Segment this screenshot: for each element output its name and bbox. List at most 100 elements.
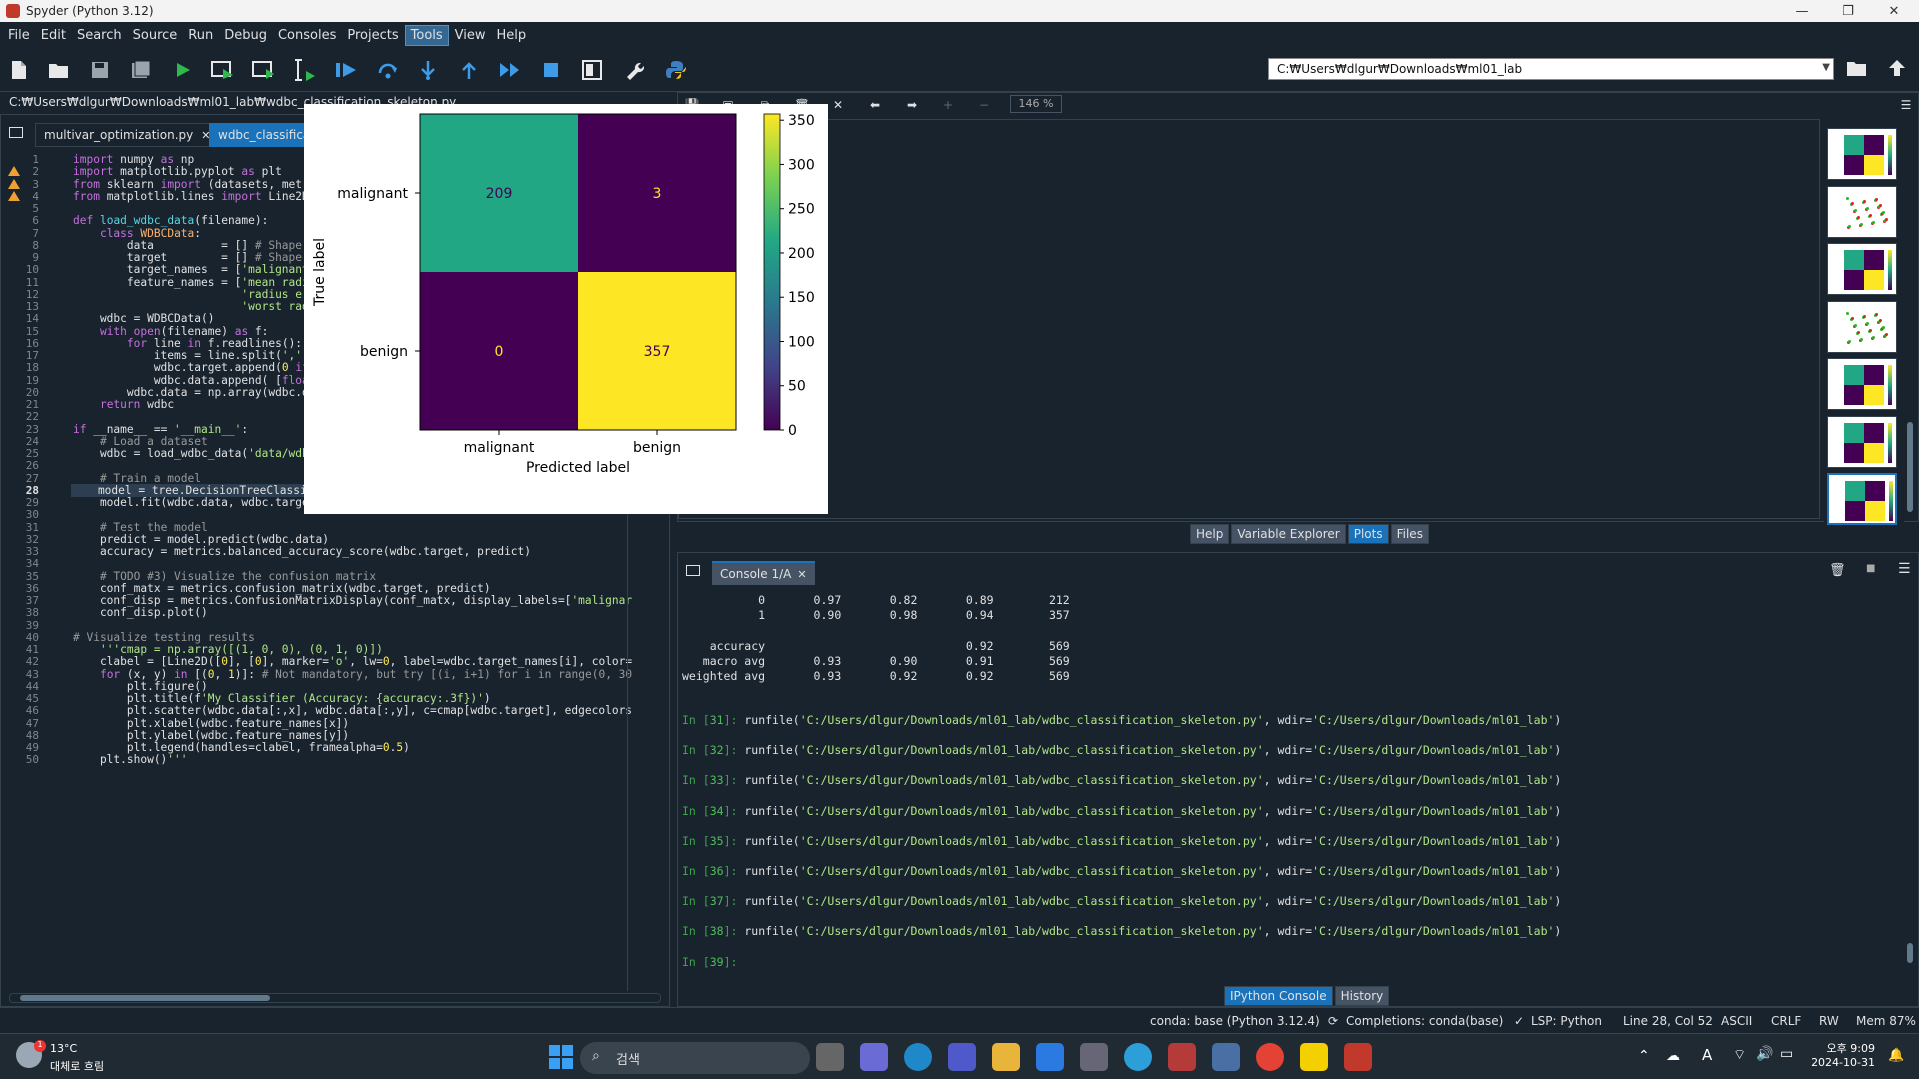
menu-edit[interactable]: Edit <box>36 26 71 45</box>
save-all-icon[interactable] <box>129 58 153 82</box>
code-line[interactable]: # TODO #3) Visualize the confusion matri… <box>73 570 376 583</box>
menu-help[interactable]: Help <box>492 26 532 45</box>
code-line[interactable]: # Load a dataset <box>73 435 208 448</box>
tab-plots[interactable]: Plots <box>1347 524 1389 544</box>
warning-icon[interactable] <box>8 166 20 177</box>
code-line[interactable]: def load_wdbc_data(filename): <box>73 214 268 227</box>
menu-tools[interactable]: Tools <box>404 24 449 46</box>
step-into-icon[interactable] <box>416 58 440 82</box>
tab-ipython-console[interactable]: IPython Console <box>1224 986 1333 1006</box>
menu-search[interactable]: Search <box>72 26 127 45</box>
kakaotalk-icon[interactable] <box>1300 1043 1328 1071</box>
windows-start-icon[interactable] <box>549 1045 573 1069</box>
thumbnails-scrollbar[interactable] <box>1904 122 1916 522</box>
teams-icon[interactable] <box>948 1043 976 1071</box>
edge-browser-icon[interactable] <box>904 1043 932 1071</box>
file-explorer-icon[interactable] <box>992 1043 1020 1071</box>
continue-icon[interactable] <box>498 58 522 82</box>
notepad-icon[interactable] <box>1036 1043 1064 1071</box>
run-cell-icon[interactable] <box>211 58 235 82</box>
run-file-icon[interactable] <box>171 58 195 82</box>
code-line[interactable]: # Visualize testing results <box>73 631 255 644</box>
plot-thumbnail[interactable] <box>1827 415 1897 468</box>
close-window-button[interactable]: ✕ <box>1872 0 1916 22</box>
remove-variables-icon[interactable]: 🗑 <box>1829 563 1846 578</box>
close-tab-icon[interactable]: ✕ <box>797 568 806 581</box>
menu-consoles[interactable]: Consoles <box>273 26 341 45</box>
scrollbar-thumb[interactable] <box>1907 943 1913 963</box>
ime-indicator[interactable]: A <box>1702 1046 1712 1064</box>
menu-run[interactable]: Run <box>183 26 218 45</box>
zoom-level[interactable]: 146 % <box>1010 95 1062 113</box>
network-app-icon[interactable] <box>1124 1043 1152 1071</box>
tab-multivar-optimization[interactable]: multivar_optimization.py ✕ <box>35 123 220 147</box>
working-directory-input[interactable]: C:₩Users₩dlgur₩Downloads₩ml01_lab ▼ <box>1268 58 1834 80</box>
step-out-icon[interactable] <box>457 58 481 82</box>
calculator-icon[interactable] <box>1080 1043 1108 1071</box>
chevron-down-icon[interactable]: ▼ <box>1822 62 1830 73</box>
tab-help[interactable]: Help <box>1190 524 1230 544</box>
code-line[interactable]: plt.title(f'My Classifier (Accuracy: {ac… <box>73 692 491 705</box>
notification-bell-icon[interactable]: 🔔 <box>1888 1048 1904 1063</box>
debug-file-icon[interactable] <box>334 58 358 82</box>
code-line[interactable]: model.fit(wdbc.data, wdbc.target) <box>73 496 322 509</box>
code-line[interactable]: # Test the model <box>73 521 208 534</box>
console-scrollbar[interactable] <box>1905 593 1915 973</box>
menu-debug[interactable]: Debug <box>219 26 272 45</box>
code-line[interactable]: plt.legend(handles=clabel, framealpha=0.… <box>73 741 410 754</box>
plots-options-menu-icon[interactable]: ☰ <box>1898 97 1914 113</box>
wifi-icon[interactable]: ⌔ <box>1733 1046 1746 1064</box>
tab-console[interactable]: Console 1/A ✕ <box>712 561 815 585</box>
code-line[interactable]: plt.figure() <box>73 680 208 693</box>
weather-temperature[interactable]: 13°C <box>50 1042 77 1055</box>
plot-thumbnail[interactable] <box>1827 185 1897 238</box>
taskbar-search[interactable]: ⌕ 검색 <box>580 1042 810 1074</box>
scrollbar-thumb[interactable] <box>20 995 270 1001</box>
editor-horizontal-scrollbar[interactable] <box>9 993 661 1003</box>
chevron-up-icon[interactable]: ⌃ <box>1638 1048 1650 1064</box>
stop-kernel-icon[interactable]: ■ <box>1866 563 1875 574</box>
browse-tabs-icon[interactable] <box>9 127 23 138</box>
code-line[interactable]: plt.xlabel(wdbc.feature_names[x]) <box>73 717 349 730</box>
spyder-taskbar-icon[interactable] <box>1168 1043 1196 1071</box>
code-line[interactable]: accuracy = metrics.balanced_accuracy_sco… <box>73 545 531 558</box>
code-line[interactable]: conf_disp = metrics.ConfusionMatrixDispl… <box>73 594 632 607</box>
code-line[interactable]: plt.show()''' <box>73 753 188 766</box>
code-line[interactable]: for (x, y) in [(0, 1)]: # Not mandatory,… <box>73 668 632 681</box>
onedrive-cloud-icon[interactable]: ☁ <box>1666 1048 1680 1064</box>
tab-variable-explorer[interactable]: Variable Explorer <box>1231 524 1346 544</box>
scrollbar-thumb[interactable] <box>1907 422 1913 512</box>
task-view-icon[interactable] <box>816 1043 844 1071</box>
browse-tabs-icon[interactable] <box>686 565 700 576</box>
battery-icon[interactable]: ▭ <box>1780 1046 1793 1062</box>
tab-history[interactable]: History <box>1334 986 1390 1006</box>
maximize-pane-icon[interactable] <box>580 58 604 82</box>
code-line[interactable]: if __name__ == '__main__': <box>73 423 248 436</box>
parent-directory-icon[interactable] <box>1885 56 1909 80</box>
console-options-menu-icon[interactable]: ☰ <box>1898 561 1911 577</box>
zoom-out-icon[interactable]: − <box>976 97 992 113</box>
code-line[interactable]: plt.ylabel(wdbc.feature_names[y]) <box>73 729 349 742</box>
code-line[interactable]: with open(filename) as f: <box>73 325 268 338</box>
run-selection-icon[interactable] <box>293 58 317 82</box>
code-line[interactable]: '''cmap = np.array([(1, 0, 0), (0, 1, 0)… <box>73 643 383 656</box>
code-line[interactable]: plt.scatter(wdbc.data[:,x], wdbc.data[:,… <box>73 704 632 717</box>
minimize-button[interactable]: — <box>1780 0 1824 22</box>
tab-files[interactable]: Files <box>1390 524 1429 544</box>
preferences-wrench-icon[interactable] <box>622 58 646 82</box>
save-file-icon[interactable] <box>88 58 112 82</box>
new-file-icon[interactable] <box>7 58 31 82</box>
code-line[interactable]: import numpy as np <box>73 153 194 166</box>
menu-source[interactable]: Source <box>128 26 183 45</box>
code-line[interactable]: for line in f.readlines(): <box>73 337 302 350</box>
code-line[interactable]: predict = model.predict(wdbc.data) <box>73 533 329 546</box>
console-output[interactable]: 0 0.97 0.82 0.89 212 1 0.90 0.98 0.94 35… <box>682 591 1900 991</box>
code-line[interactable]: wdbc.data = np.array(wdbc.data) <box>73 386 336 399</box>
code-line[interactable]: class WDBCData: <box>73 227 201 240</box>
code-line[interactable]: import matplotlib.pyplot as plt <box>73 165 282 178</box>
chrome-icon[interactable] <box>1256 1043 1284 1071</box>
stop-debug-icon[interactable] <box>539 58 563 82</box>
maximize-button[interactable]: ❐ <box>1826 0 1870 22</box>
clock-date[interactable]: 2024-10-31 <box>1808 1056 1875 1069</box>
previous-plot-icon[interactable]: ⬅ <box>867 97 883 113</box>
